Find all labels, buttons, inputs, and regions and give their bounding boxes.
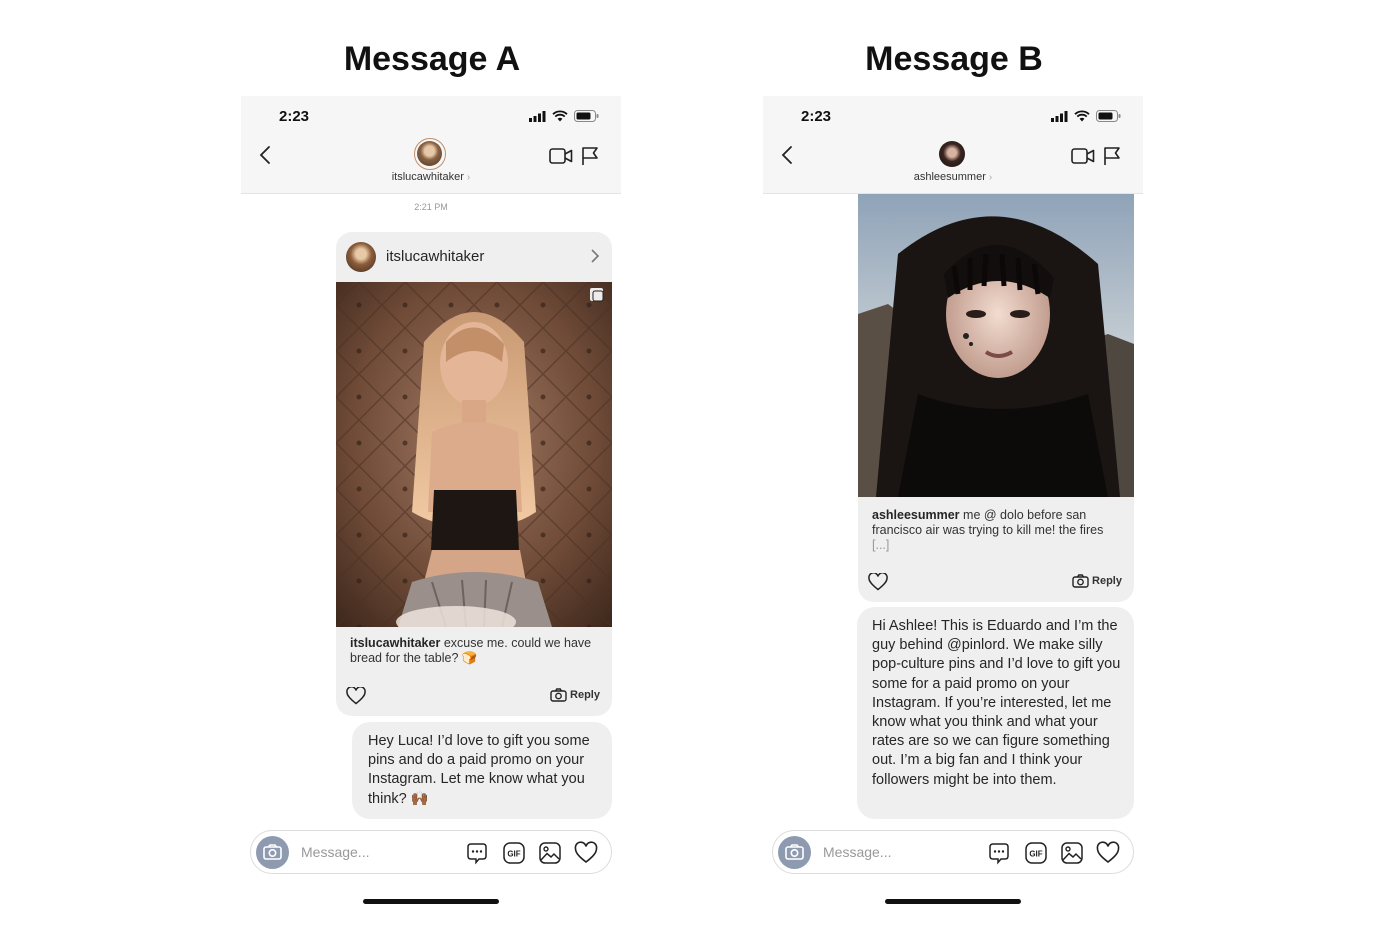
phone-screen-a: 2:23 itslucawhitaker › 2:21 PM itslucawh… xyxy=(241,96,621,916)
header-username-text: itslucawhitaker xyxy=(391,171,464,183)
video-call-icon[interactable] xyxy=(549,146,573,166)
home-indicator xyxy=(363,899,499,904)
sent-message-bubble[interactable]: Hey Luca! I’d love to gift you some pins… xyxy=(352,722,612,819)
chevron-right-icon xyxy=(591,249,600,263)
wifi-icon xyxy=(1074,110,1090,122)
post-author-name: itslucawhitaker xyxy=(386,248,485,265)
svg-text:GIF: GIF xyxy=(507,849,520,858)
camera-button[interactable] xyxy=(778,836,811,869)
header-username[interactable]: ashleesummer › xyxy=(763,171,1143,183)
battery-icon xyxy=(574,110,599,122)
post-photo[interactable] xyxy=(858,194,1134,497)
header-username[interactable]: itslucawhitaker › xyxy=(241,171,621,183)
caption-more-link[interactable]: [...] xyxy=(872,538,889,552)
header-avatar[interactable] xyxy=(936,138,968,170)
caption-username: itslucawhitaker xyxy=(350,636,441,650)
caption-username: ashleesummer xyxy=(872,508,960,522)
header-username-text: ashleesummer xyxy=(913,171,986,183)
message-input[interactable] xyxy=(301,844,451,860)
sticker-icon[interactable] xyxy=(987,841,1011,865)
post-caption: ashleesummer me @ dolo before san franci… xyxy=(872,508,1122,553)
back-chevron-icon[interactable] xyxy=(255,144,277,166)
message-composer: GIF xyxy=(250,830,612,874)
flag-icon[interactable] xyxy=(580,146,600,166)
camera-icon xyxy=(550,688,567,702)
svg-text:GIF: GIF xyxy=(1029,849,1042,858)
heart-icon[interactable] xyxy=(574,841,598,865)
status-time: 2:23 xyxy=(279,108,310,125)
reply-button[interactable]: Reply xyxy=(550,688,600,702)
chat-header: 2:23 ashleesummer › xyxy=(763,96,1143,194)
reply-label: Reply xyxy=(570,689,600,701)
gif-icon[interactable]: GIF xyxy=(1024,841,1048,865)
post-image xyxy=(336,282,612,627)
reply-button[interactable]: Reply xyxy=(1072,574,1122,588)
home-indicator xyxy=(885,899,1021,904)
shared-post-card[interactable]: ashleesummer me @ dolo before san franci… xyxy=(858,194,1134,602)
flag-icon[interactable] xyxy=(1102,146,1122,166)
heading-message-b: Message B xyxy=(865,40,1043,78)
camera-icon xyxy=(785,844,804,860)
post-photo[interactable] xyxy=(336,282,612,627)
camera-icon xyxy=(1072,574,1089,588)
post-header[interactable]: itslucawhitaker xyxy=(336,232,612,282)
message-timestamp: 2:21 PM xyxy=(414,202,448,212)
battery-icon xyxy=(1096,110,1121,122)
gallery-icon[interactable] xyxy=(1060,841,1084,865)
heart-icon[interactable] xyxy=(1096,841,1120,865)
post-author-avatar xyxy=(346,242,376,272)
heart-icon[interactable] xyxy=(868,573,888,591)
gif-icon[interactable]: GIF xyxy=(502,841,526,865)
signal-icon xyxy=(529,110,546,122)
sent-message-bubble[interactable]: Hi Ashlee! This is Eduardo and I’m the g… xyxy=(857,607,1134,819)
gallery-icon[interactable] xyxy=(538,841,562,865)
reply-label: Reply xyxy=(1092,575,1122,587)
header-avatar[interactable] xyxy=(414,138,446,170)
back-chevron-icon[interactable] xyxy=(777,144,799,166)
message-composer: GIF xyxy=(772,830,1134,874)
post-caption: itslucawhitaker excuse me. could we have… xyxy=(350,636,600,666)
message-text: Hi Ashlee! This is Eduardo and I’m the g… xyxy=(872,618,1121,788)
status-time: 2:23 xyxy=(801,108,832,125)
signal-icon xyxy=(1051,110,1068,122)
shared-post-card[interactable]: itslucawhitaker itslucawhitaker excuse m… xyxy=(336,232,612,716)
message-text: Hey Luca! I’d love to gift you some pins… xyxy=(368,733,590,807)
post-image xyxy=(858,194,1134,497)
heart-icon[interactable] xyxy=(346,687,366,705)
message-input[interactable] xyxy=(823,844,973,860)
status-icons xyxy=(529,110,599,122)
camera-button[interactable] xyxy=(256,836,289,869)
sticker-icon[interactable] xyxy=(465,841,489,865)
chat-header: 2:23 itslucawhitaker › xyxy=(241,96,621,194)
wifi-icon xyxy=(552,110,568,122)
video-call-icon[interactable] xyxy=(1071,146,1095,166)
status-icons xyxy=(1051,110,1121,122)
username-chevron-icon: › xyxy=(988,172,993,183)
phone-screen-b: 2:23 ashleesummer › ashleesummer me @ do… xyxy=(763,96,1143,916)
username-chevron-icon: › xyxy=(466,172,471,183)
heading-message-a: Message A xyxy=(343,40,521,78)
camera-icon xyxy=(263,844,282,860)
